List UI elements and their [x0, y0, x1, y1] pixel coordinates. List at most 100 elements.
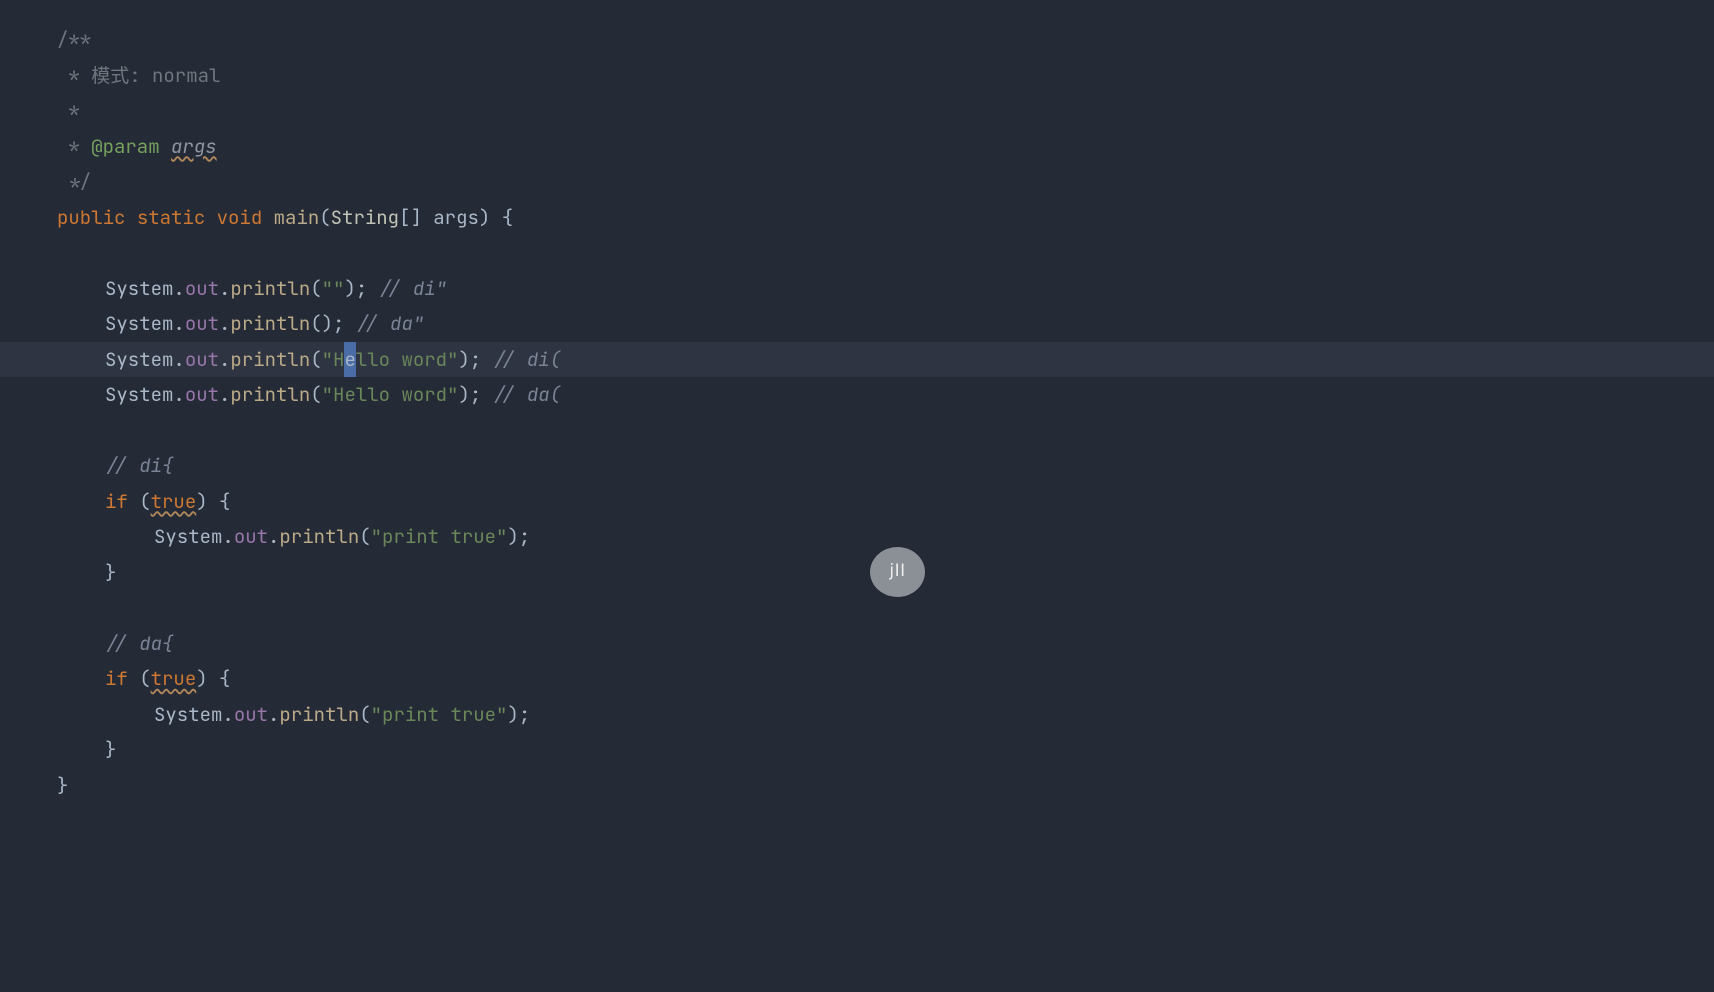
close: ) {	[196, 661, 230, 697]
field-out: out	[185, 342, 219, 378]
code-line-current[interactable]: System.out.println("Hello word"); // di(	[0, 342, 1714, 378]
code-line[interactable]: *	[0, 93, 1714, 129]
space	[205, 200, 216, 236]
class-ref: System	[105, 271, 173, 307]
line-comment: // da(	[493, 377, 561, 413]
method-println: println	[230, 342, 310, 378]
cursor-selection: e	[344, 342, 355, 378]
class-ref: System	[105, 377, 173, 413]
code-line[interactable]: System.out.println(""); // di"	[0, 271, 1714, 307]
line-comment: // di(	[493, 342, 561, 378]
field-out: out	[234, 697, 268, 733]
class-ref: System	[105, 342, 173, 378]
keystroke-indicator: jII	[870, 547, 925, 597]
keyword-if: if	[105, 484, 128, 520]
param: args	[422, 200, 479, 236]
code-line-blank[interactable]	[0, 413, 1714, 449]
code-line[interactable]: public static void main(String[] args) {	[0, 200, 1714, 236]
close: );	[458, 377, 492, 413]
dot: .	[173, 306, 184, 342]
paren: (	[310, 271, 321, 307]
space	[262, 200, 273, 236]
keyword-void: void	[217, 200, 263, 236]
doc-comment: /**	[57, 22, 91, 58]
method-println: println	[230, 306, 310, 342]
code-editor[interactable]: /** * 模式: normal * * @param args */ publ…	[0, 0, 1714, 803]
method-println: println	[230, 271, 310, 307]
code-line[interactable]: */	[0, 164, 1714, 200]
javadoc-param: args	[171, 129, 217, 165]
dot: .	[173, 342, 184, 378]
code-line[interactable]: }	[0, 768, 1714, 804]
javadoc-tag: @param	[91, 129, 159, 165]
doc-comment-close: */	[57, 164, 91, 200]
dot: .	[173, 271, 184, 307]
doc-comment: *	[57, 129, 91, 165]
space	[160, 129, 171, 165]
doc-comment-text: 模式: normal	[91, 58, 220, 94]
paren: (	[310, 342, 321, 378]
close: ) {	[196, 484, 230, 520]
keyword-true: true	[151, 661, 197, 697]
line-comment: // da{	[105, 626, 173, 662]
brace-close: }	[57, 768, 68, 804]
dot: .	[268, 697, 279, 733]
string-literal: ""	[322, 271, 345, 307]
close: );	[322, 306, 356, 342]
code-line[interactable]: }	[0, 732, 1714, 768]
code-line[interactable]: System.out.println("print true");	[0, 519, 1714, 555]
code-line-blank[interactable]	[0, 235, 1714, 271]
line-comment: // di{	[105, 448, 173, 484]
class-ref: System	[154, 519, 222, 555]
code-line[interactable]: // da{	[0, 626, 1714, 662]
paren: (	[128, 661, 151, 697]
code-line[interactable]: if (true) {	[0, 484, 1714, 520]
paren: (	[359, 697, 370, 733]
space	[125, 200, 136, 236]
keyword-true: true	[151, 484, 197, 520]
code-line[interactable]: if (true) {	[0, 661, 1714, 697]
class-ref: System	[154, 697, 222, 733]
paren: (	[319, 200, 330, 236]
code-line[interactable]: // di{	[0, 448, 1714, 484]
dot: .	[219, 306, 230, 342]
string-literal: "print true"	[371, 519, 508, 555]
close: );	[458, 342, 492, 378]
paren: (	[359, 519, 370, 555]
code-line[interactable]: }	[0, 555, 1714, 591]
method-println: println	[279, 519, 359, 555]
string-literal: llo word"	[356, 342, 459, 378]
dot: .	[219, 377, 230, 413]
dot: .	[219, 342, 230, 378]
doc-comment: *	[57, 93, 80, 129]
brackets: []	[399, 200, 422, 236]
field-out: out	[185, 306, 219, 342]
keyword-public: public	[57, 200, 125, 236]
keyword-static: static	[137, 200, 205, 236]
code-line[interactable]: System.out.println(); // da"	[0, 306, 1714, 342]
code-line[interactable]: System.out.println("Hello word"); // da(	[0, 377, 1714, 413]
keyword-if: if	[105, 661, 128, 697]
close: );	[507, 519, 530, 555]
code-line[interactable]: /**	[0, 22, 1714, 58]
dot: .	[222, 697, 233, 733]
close: );	[344, 271, 378, 307]
line-comment: // da"	[356, 306, 424, 342]
paren: (	[310, 306, 321, 342]
paren: (	[310, 377, 321, 413]
field-out: out	[185, 271, 219, 307]
code-line[interactable]: System.out.println("print true");	[0, 697, 1714, 733]
string-literal: "H	[322, 342, 345, 378]
type: String	[331, 200, 399, 236]
brace-close: }	[105, 555, 116, 591]
dot: .	[219, 271, 230, 307]
brace-close: }	[105, 732, 116, 768]
field-out: out	[234, 519, 268, 555]
method-println: println	[230, 377, 310, 413]
dot: .	[222, 519, 233, 555]
string-literal: "print true"	[371, 697, 508, 733]
code-line[interactable]: * 模式: normal	[0, 58, 1714, 94]
code-line-blank[interactable]	[0, 590, 1714, 626]
string-literal: "Hello word"	[322, 377, 459, 413]
code-line[interactable]: * @param args	[0, 129, 1714, 165]
